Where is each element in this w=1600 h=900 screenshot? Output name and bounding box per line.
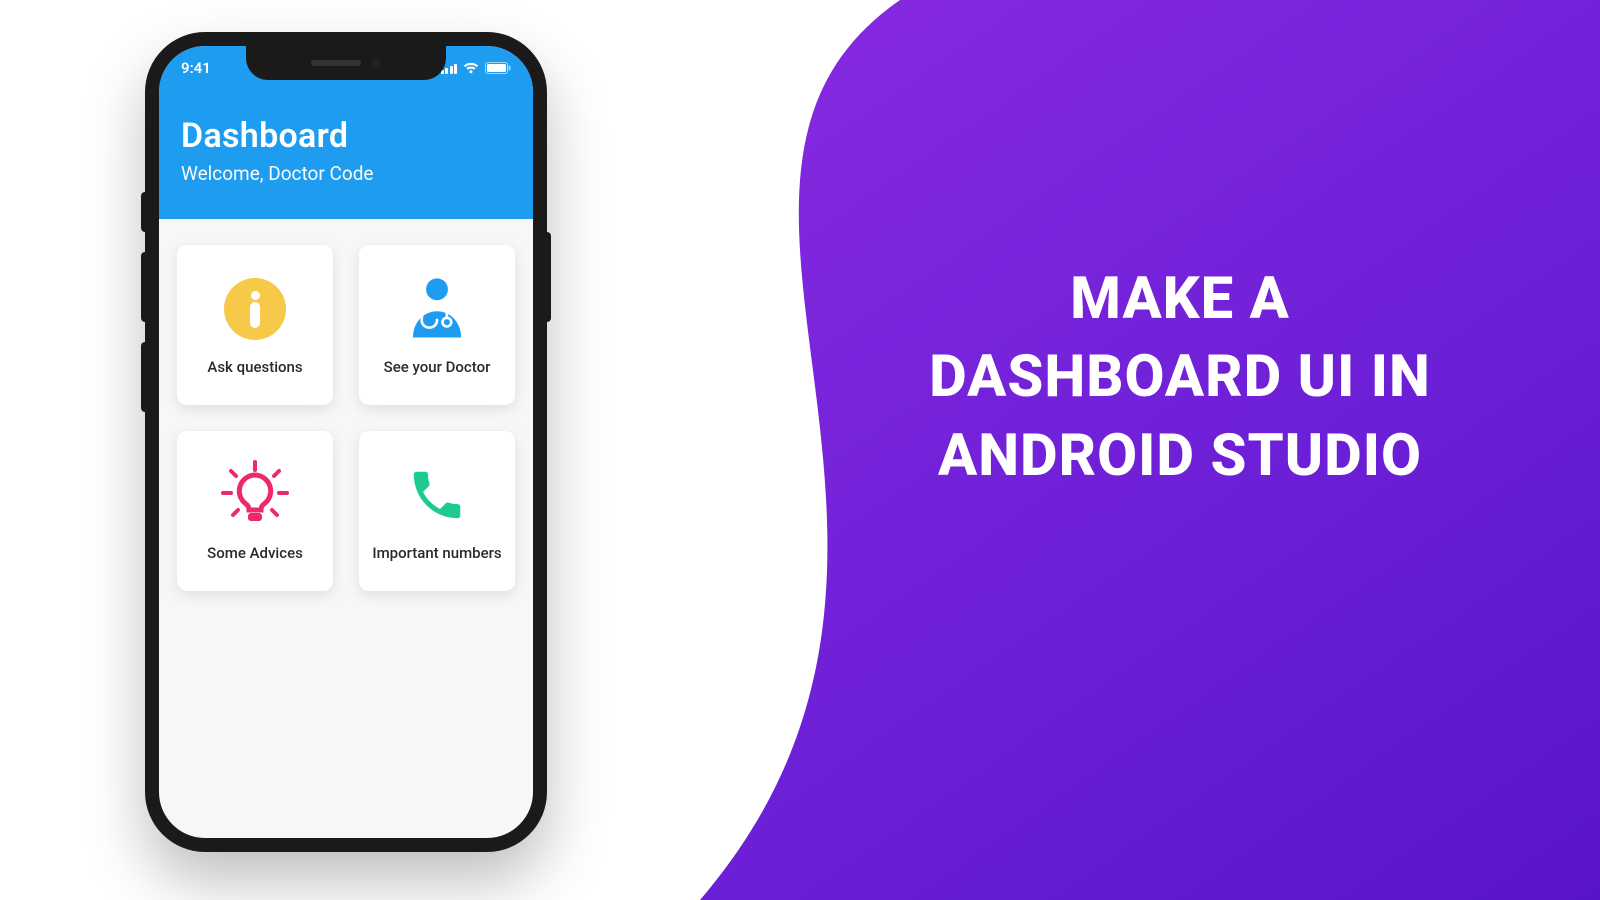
card-label: Ask questions <box>207 358 302 376</box>
page-title: Dashboard <box>181 116 511 156</box>
card-label: Some Advices <box>207 544 303 562</box>
promo-line-2: DASHBOARD UI IN <box>860 338 1500 416</box>
phone-screen: 9:41 Dashboard Welcome, Doctor Code Ask <box>159 46 533 838</box>
phone-notch <box>246 46 446 80</box>
promo-headline: MAKE A DASHBOARD UI IN ANDROID STUDIO <box>860 260 1500 495</box>
doctor-icon <box>402 274 472 344</box>
card-see-doctor[interactable]: See your Doctor <box>359 245 515 405</box>
app-header: Dashboard Welcome, Doctor Code <box>159 90 533 219</box>
wifi-icon <box>463 62 479 74</box>
phone-icon <box>406 460 468 530</box>
lightbulb-icon <box>219 460 291 530</box>
battery-icon <box>485 62 511 74</box>
info-icon <box>224 274 286 344</box>
promo-line-1: MAKE A <box>860 260 1500 338</box>
card-label: Important numbers <box>372 544 501 562</box>
status-time: 9:41 <box>181 59 211 77</box>
dashboard-grid: Ask questions <box>159 219 533 617</box>
card-ask-questions[interactable]: Ask questions <box>177 245 333 405</box>
card-important-numbers[interactable]: Important numbers <box>359 431 515 591</box>
phone-frame: 9:41 Dashboard Welcome, Doctor Code Ask <box>145 32 547 852</box>
card-label: See your Doctor <box>384 358 491 376</box>
card-some-advices[interactable]: Some Advices <box>177 431 333 591</box>
promo-line-3: ANDROID STUDIO <box>860 417 1500 495</box>
welcome-text: Welcome, Doctor Code <box>181 162 511 185</box>
